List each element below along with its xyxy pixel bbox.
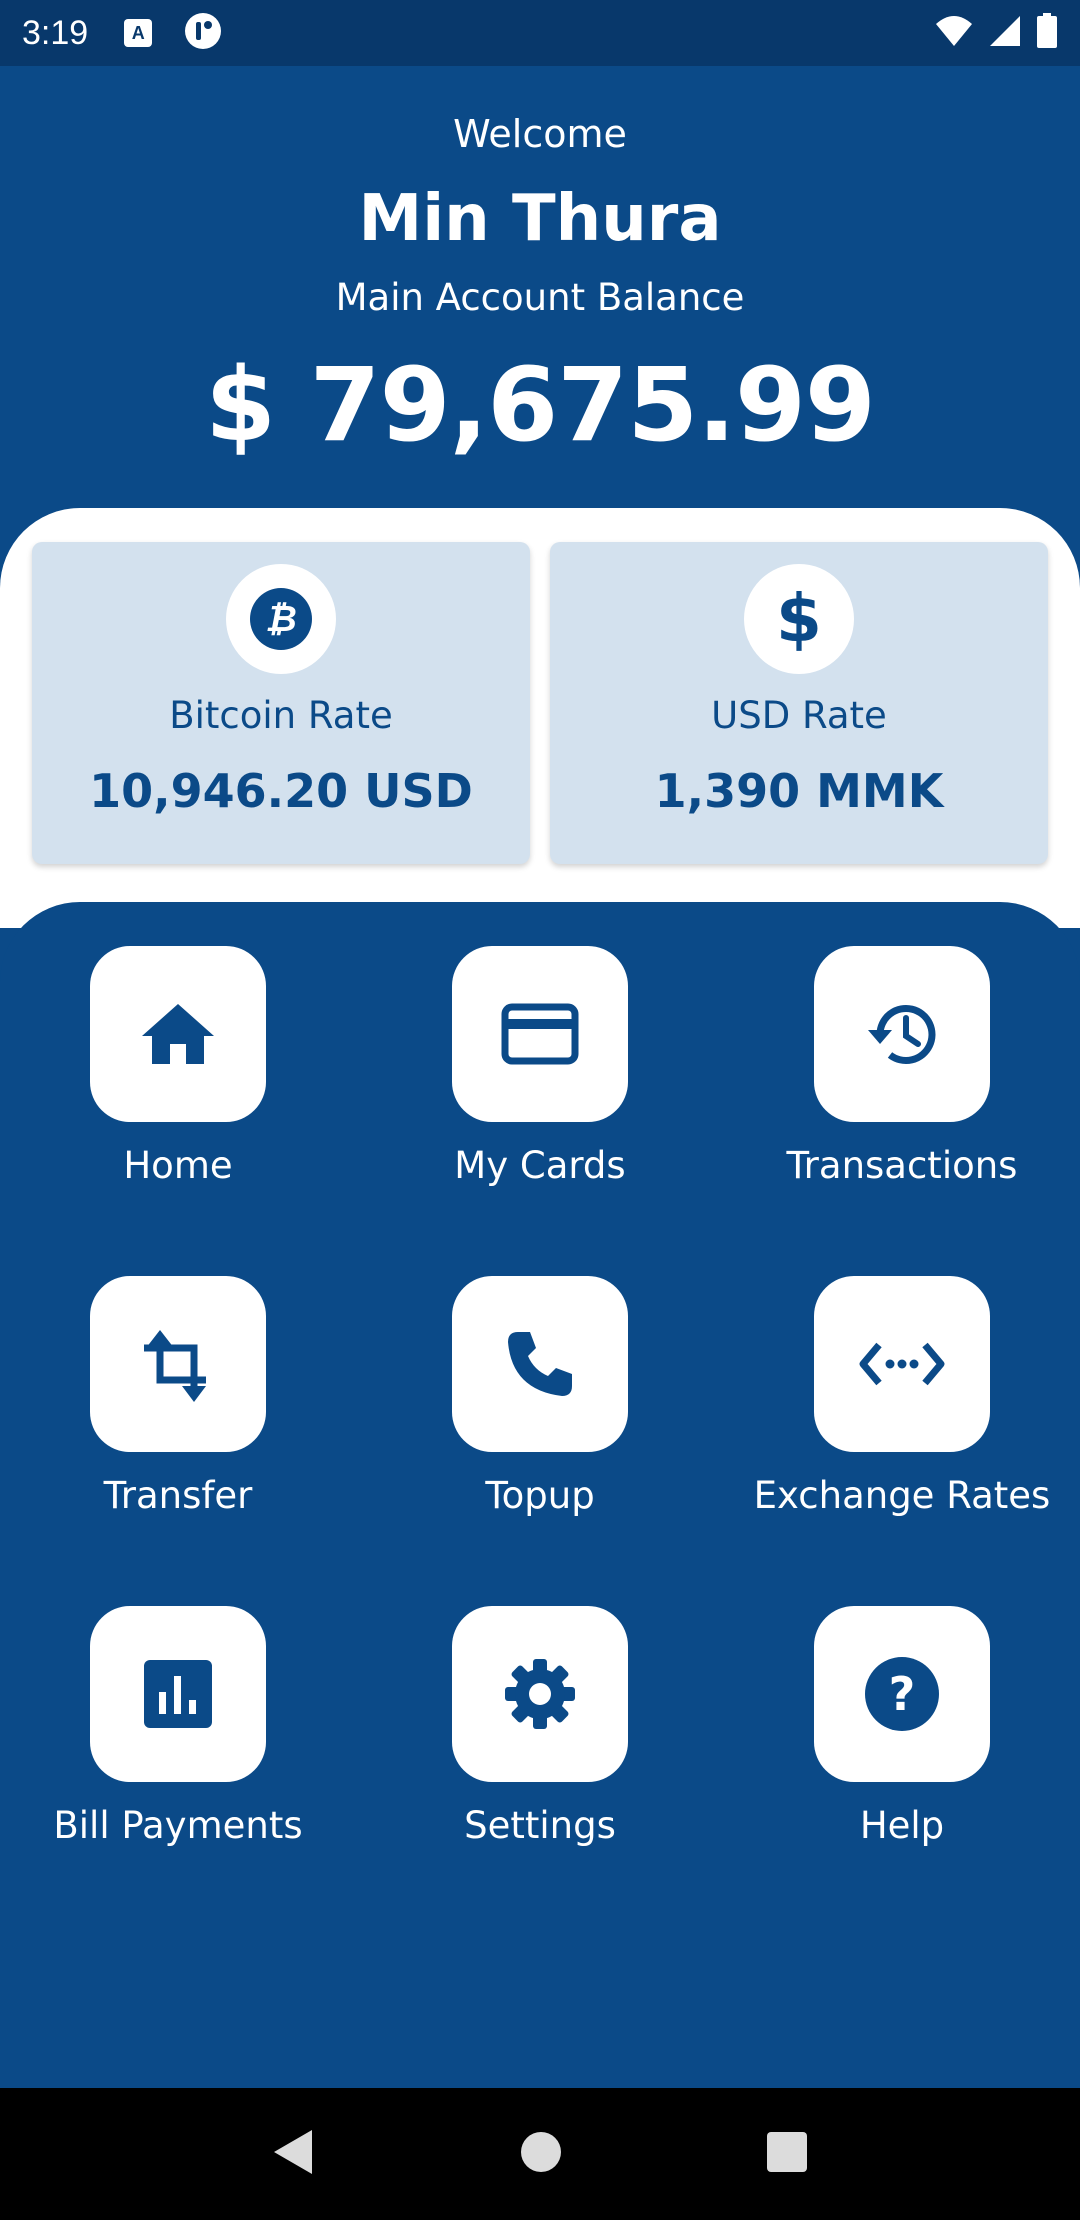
welcome-text: Welcome [453, 112, 627, 156]
status-time: 3:19 [22, 13, 89, 52]
battery-icon [1036, 13, 1058, 53]
rates-panel: ₿ Bitcoin Rate 10,946.20 USD $ USD Rate … [0, 508, 1080, 928]
bitcoin-rate-card[interactable]: ₿ Bitcoin Rate 10,946.20 USD [32, 542, 530, 864]
usd-rate-card[interactable]: $ USD Rate 1,390 MMK [550, 542, 1048, 864]
transactions-tile[interactable] [814, 946, 990, 1122]
svg-text:?: ? [889, 1667, 916, 1721]
topup-tile[interactable] [452, 1276, 628, 1452]
account-balance: $ 79,675.99 [205, 346, 876, 465]
menu-label: Transfer [103, 1474, 253, 1517]
menu-label: Bill Payments [53, 1804, 303, 1847]
menu-label: Topup [485, 1474, 595, 1517]
usd-rate-label: USD Rate [711, 694, 887, 737]
credit-card-icon [501, 1003, 579, 1065]
menu-item-my-cards[interactable]: My Cards [360, 946, 720, 1187]
balance-label: Main Account Balance [335, 276, 745, 319]
usd-rate-value: 1,390 MMK [654, 764, 944, 818]
settings-tile[interactable] [452, 1606, 628, 1782]
transfer-tile[interactable] [90, 1276, 266, 1452]
wifi-icon [934, 14, 974, 52]
bitcoin-rate-label: Bitcoin Rate [169, 694, 393, 737]
a-icon: A [124, 19, 153, 47]
menu-item-transactions[interactable]: Transactions [722, 946, 1080, 1187]
circle-app-icon [184, 12, 222, 54]
user-name: Min Thura [358, 182, 722, 256]
dollar-icon: $ [744, 564, 854, 674]
home-circle-icon[interactable] [519, 2130, 563, 2178]
menu-label: Help [859, 1804, 945, 1847]
status-bar: 3:19 A [0, 0, 1080, 66]
menu-label: Home [123, 1144, 233, 1187]
bar-chart-icon [144, 1660, 212, 1728]
menu-item-home[interactable]: Home [0, 946, 358, 1187]
history-icon [868, 1005, 936, 1064]
svg-text:₿: ₿ [265, 599, 297, 640]
bitcoin-icon: ₿ [226, 564, 336, 674]
menu-panel: Home My Cards Transactions Transfer Topu… [0, 902, 1080, 2088]
my-cards-tile[interactable] [452, 946, 628, 1122]
gear-icon [505, 1659, 575, 1729]
svg-text:$: $ [776, 583, 822, 655]
system-status-icons [934, 13, 1058, 53]
menu-item-settings[interactable]: Settings [360, 1606, 720, 1847]
menu-item-transfer[interactable]: Transfer [0, 1276, 358, 1517]
transfer-icon [144, 1330, 206, 1402]
back-icon[interactable] [272, 2128, 316, 2180]
signal-icon [988, 14, 1022, 52]
menu-label: Exchange Rates [753, 1474, 1051, 1517]
help-icon: ? [865, 1657, 939, 1731]
home-icon [142, 1004, 214, 1064]
help-tile[interactable]: ? [814, 1606, 990, 1782]
phone-icon [508, 1332, 572, 1396]
menu-item-topup[interactable]: Topup [360, 1276, 720, 1517]
menu-label: My Cards [454, 1144, 626, 1187]
bitcoin-rate-value: 10,946.20 USD [89, 764, 473, 818]
code-arrows-icon [859, 1342, 945, 1386]
recents-icon[interactable] [766, 2131, 808, 2177]
menu-label: Transactions [786, 1144, 1018, 1187]
home-tile[interactable] [90, 946, 266, 1122]
menu-label: Settings [464, 1804, 616, 1847]
bill-payments-tile[interactable] [90, 1606, 266, 1782]
menu-item-bill-payments[interactable]: Bill Payments [0, 1606, 358, 1847]
account-header: Welcome Min Thura Main Account Balance $… [0, 66, 1080, 516]
menu-item-help[interactable]: ? Help [722, 1606, 1080, 1847]
exchange-rates-tile[interactable] [814, 1276, 990, 1452]
system-nav-bar [0, 2088, 1080, 2220]
menu-item-exchange-rates[interactable]: Exchange Rates [722, 1276, 1080, 1517]
